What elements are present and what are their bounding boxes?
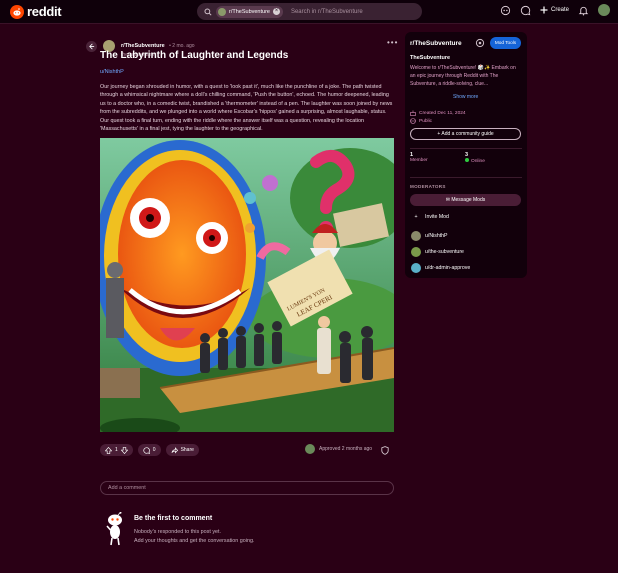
search-input[interactable]: Search in r/TheSubventure [291, 9, 363, 15]
message-mods-label: Message Mods [451, 197, 486, 203]
empty-line-2: Add your thoughts and get the conversati… [134, 538, 255, 544]
vote-count: 1 [115, 447, 118, 453]
online-label-row: Online [465, 158, 485, 164]
invite-mod-button[interactable]: + Invite Mod [411, 214, 449, 220]
downvote-icon[interactable] [120, 446, 128, 454]
share-button[interactable]: Share [165, 444, 199, 456]
more-options-button[interactable]: ••• [387, 38, 398, 47]
reddit-wordmark: reddit [27, 4, 62, 19]
plus-icon: + [414, 214, 418, 220]
subreddit-link[interactable]: r/TheSubventure [121, 43, 165, 49]
comment-input[interactable]: Add a comment [100, 481, 394, 495]
moderator-avatar [411, 231, 421, 241]
subreddit-avatar [218, 7, 226, 16]
plus-icon [540, 6, 548, 14]
upvote-icon[interactable] [105, 446, 112, 454]
community-name: r/TheSubventure [410, 40, 462, 47]
comment-icon [143, 446, 150, 454]
advertise-icon[interactable] [500, 5, 511, 16]
approver-avatar [305, 444, 315, 454]
post-actions: 1 0 Share [100, 444, 199, 456]
online-dot-icon [465, 158, 469, 162]
empty-comments: Be the first to comment Nobody's respond… [106, 512, 254, 546]
members-stat: 1 Member [410, 152, 428, 163]
guide-button-label: Add a community guide [441, 131, 494, 137]
shield-icon[interactable] [381, 446, 389, 455]
approval-status: Approved 2 months ago [305, 444, 372, 454]
mod-tools-button[interactable]: Mod Tools [490, 37, 521, 49]
comments-button[interactable]: 0 [137, 444, 161, 456]
reddit-logo-icon [10, 4, 24, 19]
visibility: Public [410, 118, 432, 124]
created-date: Created Dec 11, 2024 [410, 110, 466, 116]
search-bar[interactable]: r/TheSubventure × Search in r/TheSubvent… [197, 3, 422, 20]
post-image[interactable]: LUMIEN'S YON LEAF CPERI [100, 138, 394, 432]
moderator-name: u/the-subventure [425, 249, 464, 255]
clear-scope-icon[interactable]: × [272, 8, 280, 15]
back-button[interactable] [86, 40, 97, 52]
top-bar: reddit r/TheSubventure × Search in r/The… [0, 0, 618, 24]
moderator-item[interactable]: u/dr-admin-approve [411, 263, 470, 273]
online-label: Online [471, 159, 485, 164]
add-community-guide-button[interactable]: + Add a community guide [410, 128, 521, 140]
post-time: • 2 mo. ago [169, 43, 195, 49]
empty-title: Be the first to comment [134, 515, 213, 522]
top-actions: Create [500, 4, 610, 16]
reddit-logo[interactable]: reddit [10, 4, 62, 19]
search-scope-chip[interactable]: r/TheSubventure × [216, 5, 283, 18]
moderator-avatar [411, 247, 421, 257]
snoo-mascot-icon [106, 512, 122, 546]
moderator-item[interactable]: u/NishthP [411, 231, 448, 241]
cake-icon [410, 110, 416, 116]
moderator-avatar [411, 263, 421, 273]
moderator-name: u/NishthP [425, 233, 448, 239]
visibility-text: Public [419, 118, 433, 124]
divider [410, 148, 522, 149]
empty-line-1: Nobody's responded to this post yet. [134, 529, 222, 535]
search-scope-label: r/TheSubventure [229, 8, 270, 15]
community-title: TheSubventure [410, 55, 451, 61]
post-user-link[interactable]: u/NishthP [100, 69, 124, 75]
online-stat: 3 Online [465, 152, 485, 164]
globe-icon [410, 118, 416, 124]
created-text: Created Dec 11, 2024 [419, 110, 466, 116]
show-more-link[interactable]: Show more [453, 94, 478, 100]
approved-text: Approved 2 months ago [319, 446, 373, 452]
community-sidebar: r/TheSubventure Mod Tools TheSubventure … [405, 32, 527, 278]
arrow-left-icon [89, 43, 95, 49]
message-mods-button[interactable]: ✉ Message Mods [410, 194, 521, 206]
moderator-item[interactable]: u/the-subventure [411, 247, 464, 257]
user-avatar[interactable] [598, 4, 610, 16]
share-label: Share [180, 447, 194, 453]
share-icon [171, 446, 178, 453]
post-title: The Labyrinth of Laughter and Legends [100, 50, 289, 61]
divider [410, 177, 522, 178]
create-button[interactable]: Create [540, 6, 569, 14]
community-description: Welcome to r/TheSubventure! 🎲✨ Embark on… [410, 65, 516, 87]
bell-icon[interactable] [578, 5, 589, 16]
create-label: Create [550, 7, 569, 13]
invite-mod-label: Invite Mod [425, 214, 449, 220]
post-body: Our journey began shrouded in humor, wit… [100, 84, 393, 133]
gear-icon[interactable] [475, 38, 485, 48]
chat-icon[interactable] [520, 5, 531, 16]
comment-count: 0 [152, 447, 156, 453]
vote-control: 1 [100, 444, 133, 456]
members-label: Member [410, 158, 428, 163]
search-icon [204, 7, 212, 16]
moderator-name: u/dr-admin-approve [425, 265, 471, 271]
moderators-heading: MODERATORS [410, 184, 446, 189]
